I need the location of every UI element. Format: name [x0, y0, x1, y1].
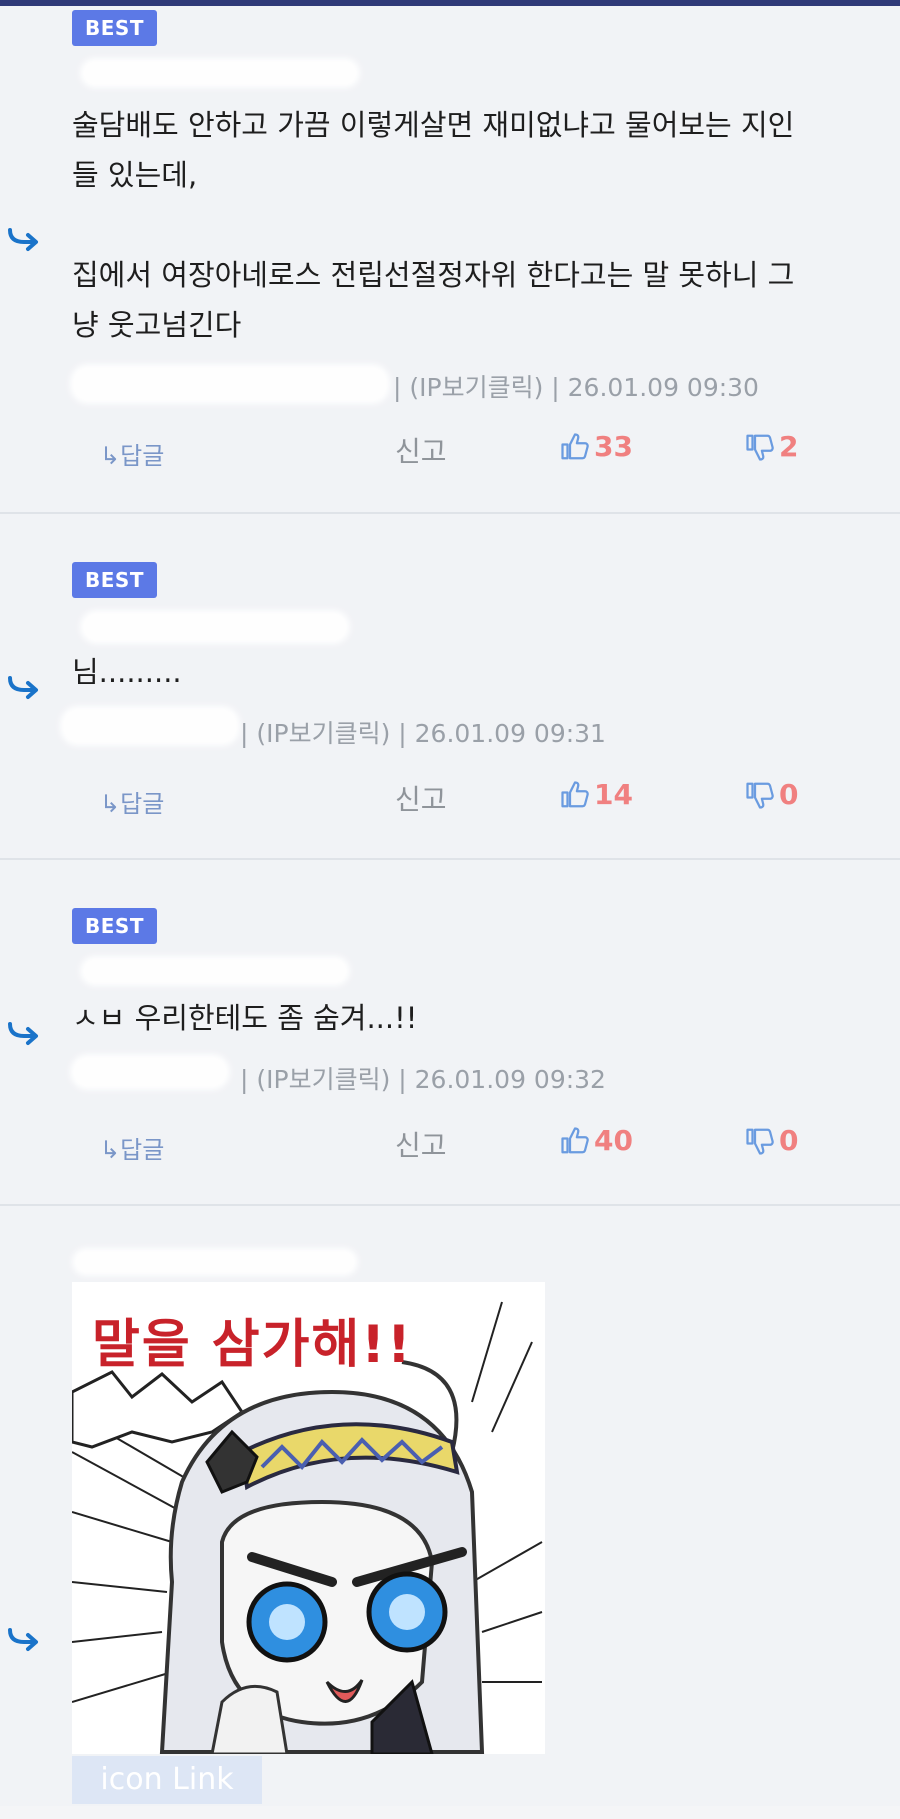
reply-button[interactable]: ↳답글: [100, 1130, 164, 1165]
bottom-strip: [0, 1806, 900, 1819]
comment-2: BEST 님......... | (IP보기클릭) | 26.01.09 09…: [0, 514, 900, 860]
like-count: 14: [594, 778, 633, 811]
dislike-count: 0: [779, 1124, 799, 1157]
thumbs-down-icon: [746, 434, 774, 461]
reply-button[interactable]: ↳답글: [100, 436, 164, 471]
best-badge: BEST: [72, 908, 157, 944]
blurred-nickname: [70, 1054, 230, 1090]
comment-meta[interactable]: | (IP보기클릭) | 26.01.09 09:31: [240, 714, 606, 750]
best-badge: BEST: [72, 10, 157, 46]
thumbs-down-icon: [746, 782, 774, 809]
comment-text: ㅅㅂ 우리한테도 좀 숨겨...!!: [72, 1001, 418, 1035]
comment-meta[interactable]: | (IP보기클릭) | 26.01.09 09:32: [240, 1060, 606, 1096]
reply-arrow-icon: [8, 228, 38, 251]
dislike-count: 0: [779, 778, 799, 811]
comment-page: BEST 술담배도 안하고 가끔 이렇게살면 재미없냐고 물어보는 지인 들 있…: [0, 0, 900, 1819]
like-button[interactable]: 14: [560, 778, 633, 811]
reply-arrow-icon: [8, 1022, 38, 1045]
comment-text: 님.........: [72, 655, 182, 689]
blurred-username: [80, 610, 350, 644]
thumbs-up-icon: [561, 780, 589, 807]
blurred-username: [80, 58, 360, 88]
thumbs-down-icon: [746, 1128, 774, 1155]
sticker-image[interactable]: 말을 삼가해!!: [72, 1282, 545, 1754]
comment-1: BEST 술담배도 안하고 가끔 이렇게살면 재미없냐고 물어보는 지인 들 있…: [0, 6, 900, 514]
like-count: 33: [594, 430, 633, 463]
best-badge: BEST: [72, 562, 157, 598]
dislike-count: 2: [779, 430, 799, 463]
thumbs-up-icon: [561, 1126, 589, 1153]
icon-link-button[interactable]: icon Link: [72, 1756, 262, 1804]
like-button[interactable]: 40: [560, 1124, 633, 1157]
dislike-button[interactable]: 2: [745, 430, 798, 463]
report-button[interactable]: 신고: [395, 430, 447, 470]
comment-text: 술담배도 안하고 가끔 이렇게살면 재미없냐고 물어보는 지인 들 있는데, 집…: [72, 108, 795, 342]
reply-button[interactable]: ↳답글: [100, 784, 164, 819]
thumbs-up-icon: [561, 432, 589, 459]
like-count: 40: [594, 1124, 633, 1157]
blurred-nickname: [60, 706, 240, 746]
sticker-caption: 말을 삼가해!!: [92, 1315, 413, 1375]
dislike-button[interactable]: 0: [745, 778, 798, 811]
reply-arrow-icon: [8, 676, 38, 699]
report-button[interactable]: 신고: [395, 1124, 447, 1164]
reply-arrow-icon: [8, 1628, 38, 1651]
report-button[interactable]: 신고: [395, 778, 447, 818]
like-button[interactable]: 33: [560, 430, 633, 463]
comment-3: BEST ㅅㅂ 우리한테도 좀 숨겨...!! | (IP보기클릭) | 26.…: [0, 860, 900, 1206]
blurred-username: [80, 956, 350, 986]
blurred-username: [72, 1248, 358, 1276]
blurred-nickname: [70, 364, 390, 404]
dislike-button[interactable]: 0: [745, 1124, 798, 1157]
comment-meta[interactable]: | (IP보기클릭) | 26.01.09 09:30: [393, 368, 759, 404]
